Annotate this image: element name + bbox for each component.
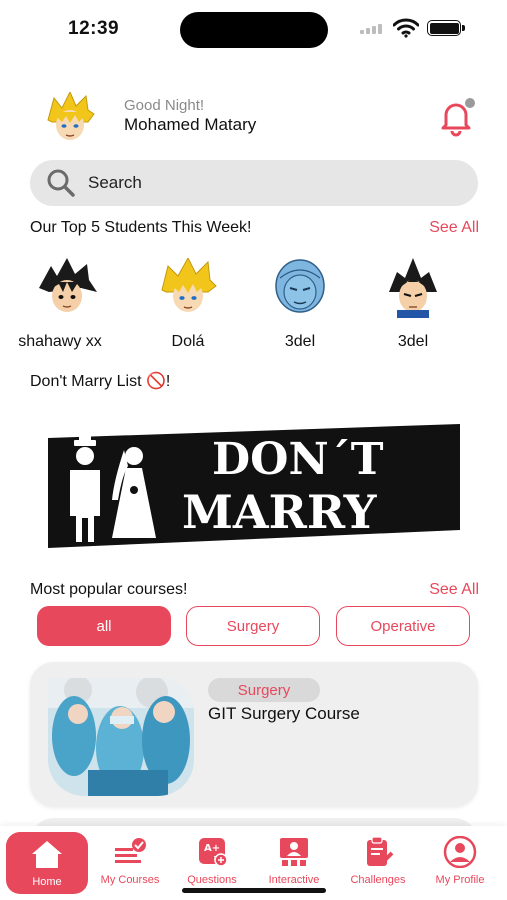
home-icon [32,841,62,868]
interactive-icon [280,838,308,866]
course-category-tag: Surgery [208,678,320,702]
user-avatar[interactable] [44,92,96,144]
student-name: shahawy xx [18,333,102,350]
student-avatar [161,256,217,312]
nav-label-my-profile: My Profile [435,874,485,886]
search-icon [47,169,75,197]
wifi-icon [393,18,419,38]
student-avatar [39,258,97,312]
nav-item-home[interactable]: Home [6,832,88,894]
student-card[interactable]: 3del [245,258,355,351]
greeting-text: Good Night! [124,97,205,114]
status-time: 12:39 [68,18,120,39]
profile-icon [443,836,477,868]
user-name: Mohamed Matary [124,115,257,134]
course-thumbnail [48,678,194,796]
nav-label-questions: Questions [187,874,237,886]
filter-chip-operative[interactable]: Operative [336,606,470,646]
nav-item-challenges[interactable]: Challenges [336,830,420,892]
nav-item-my-courses[interactable]: My Courses [88,830,172,892]
popular-courses-see-all-link[interactable]: See All [429,581,479,599]
student-avatar [275,259,325,313]
status-bar: 12:39 [0,0,507,60]
top-students-list: shahawy xx Dolá 3del 3del [0,256,507,353]
nav-label-home: Home [32,876,62,888]
home-indicator [182,888,326,893]
top-students-title: Our Top 5 Students This Week! [30,219,252,236]
search-bar[interactable] [30,160,478,206]
cellular-signal-icon [360,24,382,34]
nav-item-interactive[interactable]: Interactive [252,830,336,892]
top-students-see-all-link[interactable]: See All [429,219,479,237]
course-card[interactable]: Surgery GIT Surgery Course [30,662,478,807]
nav-label-interactive: Interactive [268,874,320,886]
filter-chip-all[interactable]: all [37,606,171,646]
student-avatar [389,258,437,318]
nav-item-my-profile[interactable]: My Profile [418,830,502,892]
banner-text-line1: DON´T [212,434,384,485]
search-input[interactable] [88,173,448,193]
questions-icon: A+ = [199,838,228,867]
student-card[interactable]: Dolá [133,256,243,351]
course-title: GIT Surgery Course [208,704,360,723]
popular-courses-title: Most popular courses! [30,581,188,598]
nav-item-questions[interactable]: A+ = Questions [170,830,254,892]
battery-icon [427,20,465,36]
dynamic-island [180,12,328,48]
student-card[interactable]: shahawy xx [12,258,122,351]
student-name: 3del [284,333,316,350]
dont-marry-banner[interactable]: DON´T MARRY [44,420,464,550]
dont-marry-title: Don't Marry List 🚫! [30,373,171,390]
filter-chip-surgery[interactable]: Surgery [186,606,320,646]
banner-text-line2: MARRY [182,485,378,539]
nav-label-my-courses: My Courses [100,874,160,886]
student-name: Dolá [171,333,205,350]
notification-bell-icon[interactable] [436,97,478,137]
student-name: 3del [397,333,429,350]
nav-label-challenges: Challenges [350,874,406,886]
challenges-icon [367,836,394,866]
student-card[interactable]: 3del [358,258,468,351]
my-courses-icon [115,838,146,863]
